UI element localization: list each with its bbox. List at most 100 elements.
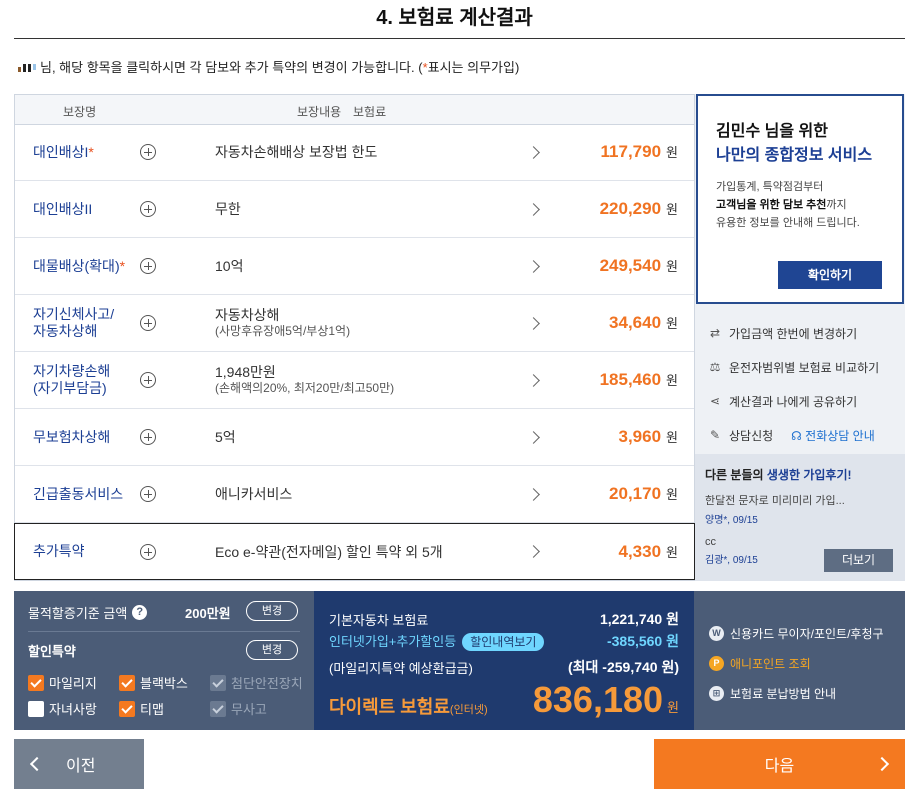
discount-checkbox[interactable]: 마일리지	[28, 673, 97, 692]
phone-consult-link[interactable]: ☊ 전화상담 안내	[791, 427, 875, 444]
prev-label: 이전	[66, 758, 96, 775]
coverage-table: 보장명 보장내용 보험료 대인배상I* 자동차손해배상 보장법 한도 117,790…	[14, 94, 695, 581]
side-links: ⇄ 가입금액 한번에 변경하기 ⚖ 운전자범위별 보험료 비교하기 ⋖ 계산결과 나에…	[707, 316, 880, 452]
checkbox-icon	[210, 700, 226, 717]
coverage-name[interactable]: 자기신체사고/ 자동차상해	[33, 306, 114, 340]
card-title-line1: 김민수 님을 위한	[716, 123, 828, 140]
coverage-content: 자동차상해 (사망후유장애5억/부상1억)	[215, 307, 351, 338]
coverage-premium: 34,640 원	[609, 313, 678, 332]
anypoint-link[interactable]: P 애니포인트 조회	[709, 655, 811, 672]
coverage-row[interactable]: 긴급출동서비스 애니카서비스 20,170 원	[15, 466, 694, 523]
chevron-right-icon[interactable]	[527, 316, 540, 330]
review-text[interactable]: cc	[705, 536, 895, 548]
discount-checkbox: 무사고	[210, 699, 267, 718]
checkbox-icon	[119, 700, 135, 717]
coverage-row[interactable]: 대인배상II 무한 220,290 원	[15, 181, 694, 238]
next-button[interactable]: 다음	[654, 739, 905, 789]
expand-plus-icon[interactable]	[140, 486, 156, 502]
installment-link[interactable]: ⊞ 보험료 분납방법 안내	[709, 685, 836, 702]
coverage-content: 무한	[215, 201, 241, 217]
confirm-button[interactable]: 확인하기	[778, 261, 882, 289]
summary-bar: 물적할증기준 금액? 200만원 변경 할인특약 변경 마일리지 블랙박스 첨단안전…	[14, 591, 905, 730]
coverage-premium: 185,460 원	[599, 370, 678, 389]
page-title: 4. 보험료 계산결과	[376, 7, 533, 29]
notice-text: 님, 해당 항목을 클릭하시면 각 담보와 추가 특약의 변경이 가능합니다. …	[18, 57, 519, 79]
side-panel: 김민수 님을 위한 나만의 종합정보 서비스 가입통계, 특약점검부터 고객님을…	[695, 94, 905, 581]
consult-row: ✎ 상담신청 ☊ 전화상담 안내	[707, 418, 879, 452]
checkbox-icon	[28, 674, 44, 691]
expand-plus-icon[interactable]	[140, 543, 156, 560]
coverage-row[interactable]: 추가특약 Eco e-약관(전자메일) 할인 특약 외 5개 4,330 원	[14, 523, 695, 580]
coverage-row[interactable]: 자기차량손해 (자기부담금) 1,948만원 (손해액의20%, 최저20만/최고5…	[15, 352, 694, 409]
coverage-content: 애니카서비스	[215, 486, 293, 502]
expand-plus-icon[interactable]	[140, 315, 156, 331]
coverage-row[interactable]: 대인배상I* 자동차손해배상 보장법 한도 117,790 원	[15, 124, 694, 181]
card-description: 가입통계, 특약점검부터 고객님을 위한 담보 추천까지 유용한 정보를 안내해…	[716, 181, 860, 229]
expand-plus-icon[interactable]	[140, 144, 156, 160]
user-name-masked-icon	[18, 64, 36, 72]
coverage-name[interactable]: 자기차량손해 (자기부담금)	[33, 363, 110, 397]
coverage-row[interactable]: 대물배상(확대)* 10억 249,540 원	[15, 238, 694, 295]
expand-plus-icon[interactable]	[140, 372, 156, 388]
discount-checkbox[interactable]: 티맵	[119, 699, 164, 718]
help-icon[interactable]: ?	[132, 605, 148, 620]
share-icon: ⋖	[709, 394, 721, 408]
chevron-right-icon	[874, 756, 890, 772]
header-content: 보장내용	[297, 105, 342, 119]
compare-premium-link[interactable]: ⚖ 운전자범위별 보험료 비교하기	[707, 350, 880, 384]
coverage-premium: 220,290 원	[599, 199, 678, 218]
coverage-name[interactable]: 대인배상I*	[33, 144, 94, 161]
chevron-right-icon[interactable]	[527, 545, 540, 558]
coverage-name[interactable]: 대인배상II	[33, 201, 92, 218]
review-text[interactable]: 한달전 문자로 미리미리 가입...	[705, 492, 895, 508]
credit-card-link[interactable]: W 신용카드 무이자/포인트/후청구	[709, 625, 884, 642]
edit-icon: ✎	[709, 428, 721, 442]
discount-checkbox[interactable]: 블랙박스	[119, 673, 188, 692]
share-result-link[interactable]: ⋖ 계산결과 나에게 공유하기	[707, 384, 879, 418]
coverage-table-header: 보장명 보장내용 보험료	[15, 95, 694, 125]
coverage-row[interactable]: 무보험차상해 5억 3,960 원	[15, 409, 694, 466]
chevron-right-icon[interactable]	[527, 202, 540, 216]
title-divider	[14, 38, 905, 39]
consult-link[interactable]: 상담신청	[729, 427, 773, 444]
coverage-row[interactable]: 자기신체사고/ 자동차상해 자동차상해 (사망후유장애5억/부상1억) 34,640 원	[15, 295, 694, 352]
discount-detail-button[interactable]: 할인내역보기	[462, 633, 545, 651]
chevron-right-icon[interactable]	[527, 430, 540, 444]
chevron-right-icon[interactable]	[527, 259, 540, 273]
divider	[28, 631, 300, 632]
coverage-name[interactable]: 대물배상(확대)*	[33, 258, 125, 275]
change-discount-button[interactable]: 변경	[246, 640, 298, 660]
expand-plus-icon[interactable]	[140, 201, 156, 217]
payment-links: W 신용카드 무이자/포인트/후청구 P 애니포인트 조회 ⊞ 보험료 분납방법 안내	[694, 591, 905, 730]
final-premium-value: 836,180 원	[532, 679, 679, 720]
coverage-content: Eco e-약관(전자메일) 할인 특약 외 5개	[215, 543, 443, 560]
coverage-premium: 117,790 원	[600, 142, 678, 161]
coverage-premium: 249,540 원	[599, 256, 678, 275]
property-label: 물적할증기준 금액?	[28, 603, 148, 622]
chevron-right-icon[interactable]	[527, 373, 540, 387]
discount-checkbox[interactable]: 자녀사랑	[28, 699, 97, 718]
review-meta: 양명*, 09/15	[705, 515, 758, 526]
card-title-line2: 나만의 종합정보 서비스	[716, 147, 873, 164]
headset-icon: ☊	[791, 428, 806, 443]
coverage-name[interactable]: 무보험차상해	[33, 429, 110, 446]
coverage-name[interactable]: 긴급출동서비스	[33, 486, 123, 503]
info-service-card: 김민수 님을 위한 나만의 종합정보 서비스 가입통계, 특약점검부터 고객님을…	[696, 94, 904, 304]
expand-plus-icon[interactable]	[140, 429, 156, 445]
expand-plus-icon[interactable]	[140, 258, 156, 274]
discount-checkbox: 첨단안전장치	[210, 673, 303, 692]
change-property-button[interactable]: 변경	[246, 601, 298, 621]
point-icon: P	[709, 656, 724, 671]
chevron-left-icon	[29, 756, 45, 772]
reviews-title: 다른 분들의 생생한 가입후기!	[705, 468, 852, 482]
change-amount-link[interactable]: ⇄ 가입금액 한번에 변경하기	[707, 316, 879, 350]
prev-button[interactable]: 이전	[14, 739, 144, 789]
online-discount-row: 인터넷가입+추가할인등 할인내역보기 -385,560 원	[329, 633, 679, 651]
checkbox-icon	[210, 674, 226, 691]
scale-icon: ⚖	[709, 360, 721, 374]
more-reviews-button[interactable]: 더보기	[824, 549, 893, 572]
coverage-name[interactable]: 추가특약	[33, 543, 85, 560]
shuffle-icon: ⇄	[709, 326, 721, 340]
chevron-right-icon[interactable]	[527, 487, 540, 501]
chevron-right-icon[interactable]	[527, 145, 540, 159]
